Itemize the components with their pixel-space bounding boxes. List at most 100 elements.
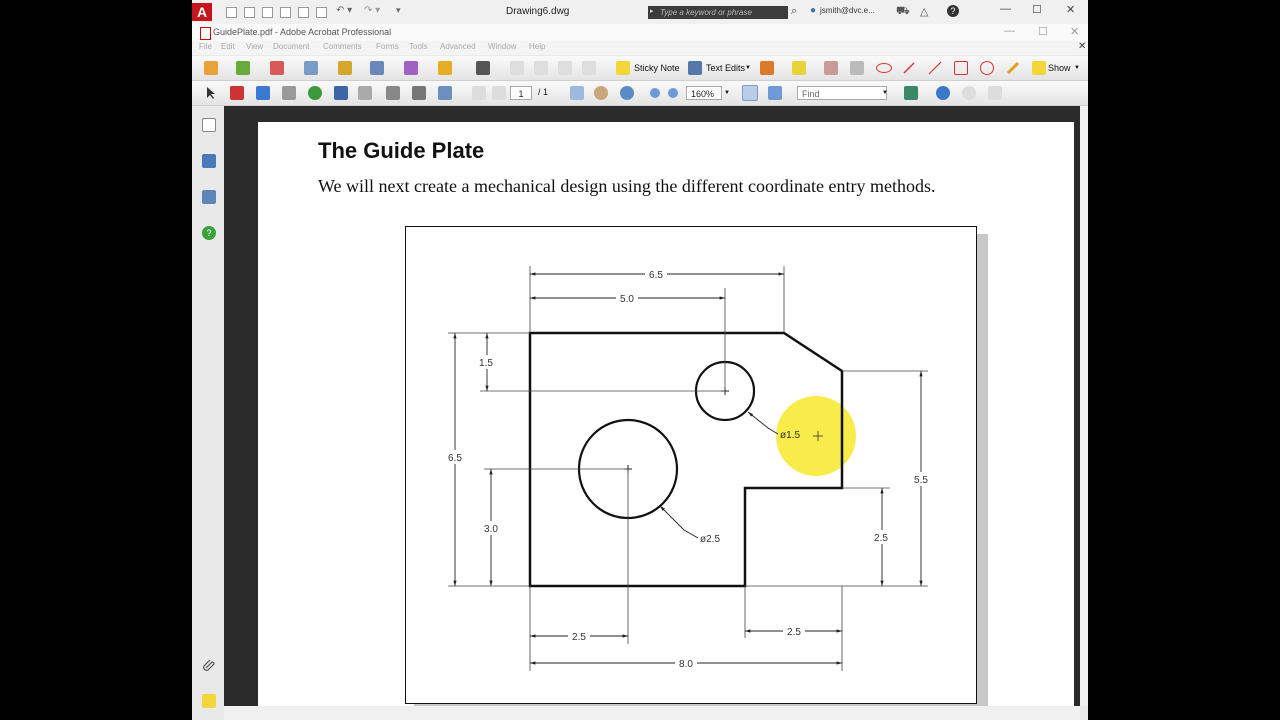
redo-icon[interactable]: ↷ ▾ (364, 5, 380, 16)
exchange-icon[interactable]: △ (920, 5, 928, 18)
export-icon[interactable] (270, 61, 284, 75)
sound-icon[interactable] (358, 86, 372, 100)
next-page-icon (492, 86, 506, 100)
vertical-scrollbar[interactable] (1080, 106, 1088, 706)
forms-icon[interactable] (404, 61, 418, 75)
customize-icon[interactable]: ▾ (396, 5, 401, 16)
doc-close-icon[interactable]: ✕ (1078, 41, 1086, 52)
disabled-tool-icon (558, 61, 572, 75)
maximize-icon[interactable]: ☐ (1032, 3, 1042, 16)
stamp-icon[interactable] (760, 61, 774, 75)
rectangle-tool-icon[interactable] (954, 61, 968, 75)
line-tool-icon[interactable] (928, 61, 942, 75)
undo-icon[interactable]: ↶ ▾ (336, 5, 352, 16)
dim-right-step: 2.5 (874, 533, 888, 544)
dimension-labels: 6.5 5.0 1.5 6.5 3.0 ø1.5 ø2.5 5.5 2.5 2.… (444, 267, 932, 670)
close-icon[interactable]: ✕ (1066, 3, 1075, 16)
pages-icon[interactable] (202, 118, 216, 132)
search-input[interactable]: Type a keyword or phrase (648, 6, 788, 19)
link-icon[interactable] (282, 86, 296, 100)
show-comments-icon[interactable] (1032, 61, 1046, 75)
show-button[interactable]: Show (1048, 63, 1071, 73)
document-viewport[interactable]: The Guide Plate We will next create a me… (224, 106, 1080, 710)
help-icon[interactable]: ? (947, 5, 959, 17)
review-icon[interactable] (304, 61, 318, 75)
text-edits-icon[interactable] (688, 61, 702, 75)
comments-icon[interactable] (202, 694, 216, 708)
menu-advanced[interactable]: Advanced (440, 42, 476, 51)
menu-document[interactable]: Document (273, 42, 309, 51)
snapshot-icon[interactable] (412, 86, 426, 100)
crop-icon[interactable] (256, 86, 270, 100)
acrobat-close-icon[interactable]: ✕ (1070, 25, 1079, 38)
edit-object-icon[interactable] (438, 86, 452, 100)
plot-icon[interactable] (298, 7, 309, 18)
arrow-tool-icon[interactable] (902, 61, 916, 75)
save-icon[interactable] (334, 86, 348, 100)
open-icon[interactable] (244, 7, 255, 18)
autocad-logo-icon[interactable]: A (192, 3, 212, 21)
sticky-note-icon[interactable] (616, 61, 630, 75)
find-dropdown-icon[interactable]: ▼ (882, 90, 888, 96)
menu-window[interactable]: Window (488, 42, 516, 51)
fit-page-icon[interactable] (742, 85, 758, 101)
zoom-in-icon[interactable] (668, 88, 678, 98)
sticky-note-button[interactable]: Sticky Note (634, 63, 680, 73)
new-icon[interactable] (226, 7, 237, 18)
save-as-icon[interactable] (280, 7, 291, 18)
signatures-icon[interactable] (202, 190, 216, 204)
menu-view[interactable]: View (246, 42, 263, 51)
page-number-input[interactable]: 1 (510, 86, 532, 100)
user-name[interactable]: jsmith@dvc.e... (820, 6, 875, 15)
oval-tool-icon[interactable] (980, 61, 994, 75)
minimize-icon[interactable]: — (1000, 3, 1011, 15)
find-input[interactable]: Find (797, 86, 887, 100)
zoom-tool-icon[interactable] (620, 86, 634, 100)
text-edits-dropdown-icon[interactable]: ▼ (745, 65, 751, 71)
sign-pen-icon[interactable] (370, 61, 384, 75)
create-pdf-icon[interactable] (204, 61, 218, 75)
print-icon[interactable] (316, 7, 327, 18)
disabled-tool-icon (988, 86, 1002, 100)
menu-edit[interactable]: Edit (221, 42, 235, 51)
acrobat-minimize-icon[interactable]: — (1004, 25, 1015, 37)
menu-tools[interactable]: Tools (409, 42, 428, 51)
show-dropdown-icon[interactable]: ▼ (1074, 65, 1080, 71)
combine-files-icon[interactable] (236, 61, 250, 75)
zoom-value: 160% (691, 89, 715, 99)
review-comment-icon[interactable] (438, 61, 452, 75)
textbox-icon[interactable] (850, 61, 864, 75)
horizontal-scrollbar[interactable] (224, 706, 1080, 720)
hand-tool-icon[interactable] (594, 86, 608, 100)
attach-icon[interactable] (308, 86, 322, 100)
search-doc-icon[interactable] (904, 86, 918, 100)
help-icon[interactable]: ? (202, 226, 216, 240)
acrobat-maximize-icon[interactable]: ☐ (1038, 25, 1048, 38)
binoculars-icon[interactable]: ⌕ (791, 5, 797, 18)
fit-width-icon[interactable] (768, 86, 782, 100)
menu-help[interactable]: Help (529, 42, 545, 51)
object-data-icon[interactable] (230, 86, 244, 100)
zoom-dropdown-icon[interactable]: ▼ (724, 90, 730, 96)
menu-file[interactable]: File (199, 42, 212, 51)
save-icon[interactable] (262, 7, 273, 18)
callout-icon[interactable] (824, 61, 838, 75)
menu-forms[interactable]: Forms (376, 42, 399, 51)
pencil-tool-icon[interactable] (1006, 61, 1020, 75)
bookmarks-icon[interactable] (202, 154, 216, 168)
select-arrow-icon[interactable] (204, 86, 218, 100)
redaction-icon[interactable] (476, 61, 490, 75)
zoom-out-icon[interactable] (650, 88, 660, 98)
movie-icon[interactable] (386, 86, 400, 100)
secure-lock-icon[interactable] (338, 61, 352, 75)
menu-comments[interactable]: Comments (323, 42, 362, 51)
back-icon[interactable] (936, 86, 950, 100)
cart-icon[interactable]: ⛟ (896, 5, 910, 19)
text-select-icon[interactable] (570, 86, 584, 100)
highlight-text-icon[interactable] (792, 61, 806, 75)
text-edits-button[interactable]: Text Edits (706, 63, 745, 73)
cloud-icon[interactable] (876, 63, 892, 73)
autocad-title-bar: A ↶ ▾ ↷ ▾ ▾ Drawing6.dwg ▸ Type a keywor… (192, 0, 1088, 25)
attachments-paperclip-icon[interactable] (202, 658, 216, 672)
zoom-input[interactable]: 160% (686, 86, 722, 100)
